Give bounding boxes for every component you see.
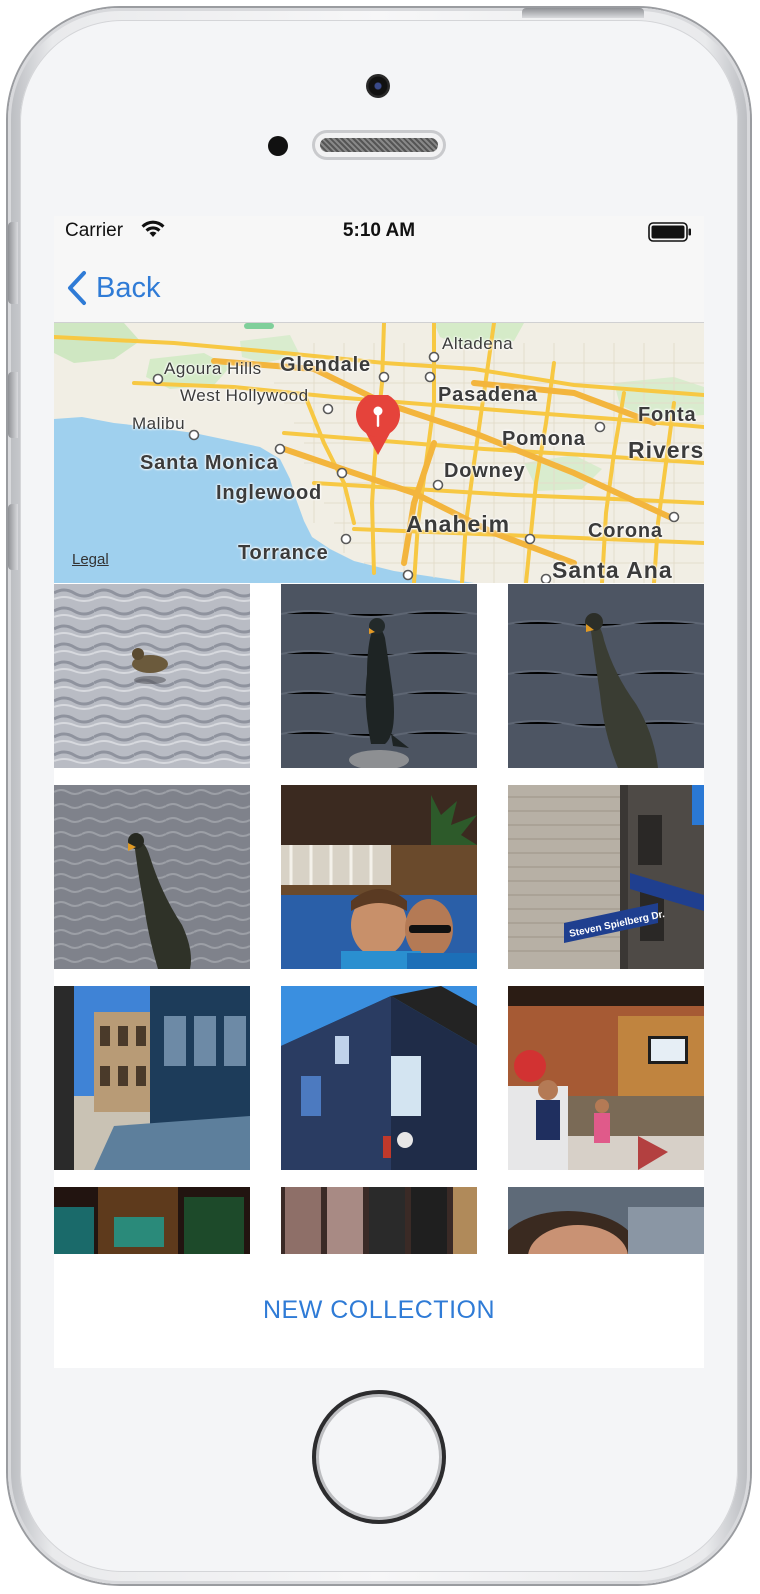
photo-image (54, 584, 250, 768)
status-time: 5:10 AM (342, 220, 416, 241)
photo-cell[interactable] (508, 584, 704, 768)
map-label-pasadena: Pasadena (438, 384, 538, 406)
map-label-santa-ana: Santa Ana (552, 557, 673, 583)
photo-cell[interactable] (508, 986, 704, 1170)
earpiece-speaker (312, 130, 446, 160)
map-view[interactable]: Altadena Agoura Hills Glendale Pasadena … (54, 323, 704, 583)
photo-image (281, 986, 477, 1170)
map-pin-icon[interactable] (352, 395, 404, 457)
toolbar: NEW COLLECTION (54, 1254, 704, 1368)
proximity-sensor (268, 136, 288, 156)
back-label: Back (96, 271, 161, 304)
map-label-anaheim: Anaheim (406, 511, 511, 537)
photo-image (508, 584, 704, 768)
photo-image: Steven Spielberg Dr. (508, 785, 704, 969)
power-button (522, 8, 644, 18)
chevron-left-icon (68, 271, 86, 305)
photo-image (54, 785, 250, 969)
new-collection-button[interactable]: NEW COLLECTION (54, 1288, 704, 1332)
photo-cell[interactable] (281, 986, 477, 1170)
photo-cell[interactable] (54, 1187, 250, 1254)
map-label-torrance: Torrance (238, 542, 329, 564)
map-label-santa-monica: Santa Monica (140, 452, 279, 474)
photo-cell[interactable] (281, 1187, 477, 1254)
photo-cell[interactable] (54, 584, 250, 768)
back-button[interactable]: Back (66, 264, 160, 312)
map-label-west-hollywood: West Hollywood (180, 386, 309, 405)
map-label-corona: Corona (588, 520, 663, 542)
map-label-glendale: Glendale (280, 354, 371, 376)
map-label-rivers: Rivers (628, 437, 704, 463)
home-button[interactable] (312, 1390, 446, 1524)
app-screen: Carrier 5:10 AM Back Altadena Agoura Hil… (54, 216, 704, 1368)
map-label-fonta: Fonta (638, 404, 697, 426)
map-label-pomona: Pomona (502, 428, 586, 450)
map-label-altadena: Altadena (442, 334, 514, 353)
photo-cell[interactable]: Steven Spielberg Dr. (508, 785, 704, 969)
map-label-malibu: Malibu (132, 414, 186, 433)
photo-image (281, 1187, 477, 1254)
photo-cell[interactable] (281, 785, 477, 969)
photo-cell[interactable] (54, 986, 250, 1170)
photo-image (508, 1187, 704, 1254)
photo-image (508, 986, 704, 1170)
photo-image (281, 584, 477, 768)
photo-cell[interactable] (508, 1187, 704, 1254)
map-label-downey: Downey (444, 460, 526, 482)
map-label-agoura-hills: Agoura Hills (164, 359, 262, 378)
status-bar: Carrier 5:10 AM (54, 216, 704, 258)
photo-cell[interactable] (54, 785, 250, 969)
photo-image (54, 1187, 250, 1254)
map-legal-link[interactable]: Legal (72, 551, 109, 568)
battery-icon (648, 222, 691, 242)
mute-switch (8, 222, 18, 304)
front-camera (366, 74, 390, 98)
navigation-bar: Back (54, 258, 704, 323)
volume-down-button (8, 504, 18, 570)
volume-up-button (8, 372, 18, 438)
map-label-inglewood: Inglewood (216, 482, 323, 504)
photo-image (281, 785, 477, 969)
photo-image (54, 986, 250, 1170)
photo-cell[interactable] (281, 584, 477, 768)
